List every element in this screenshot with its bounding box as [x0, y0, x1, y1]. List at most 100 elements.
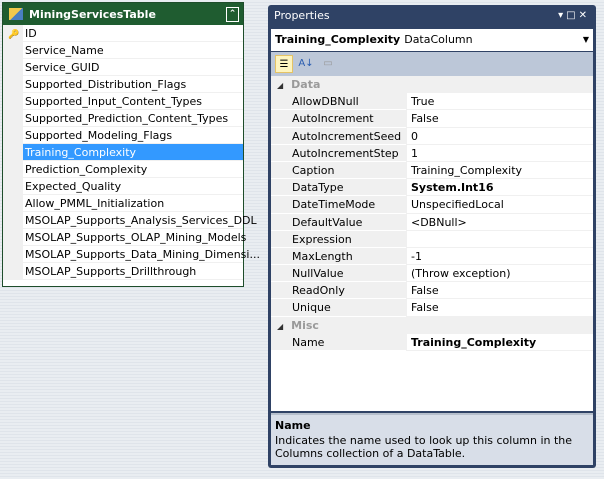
collapse-button[interactable]: ⌃: [226, 6, 239, 22]
category-misc[interactable]: ◢ Misc: [271, 316, 593, 334]
category-data[interactable]: ◢ Data: [271, 76, 593, 94]
object-selector[interactable]: Training_Complexity DataColumn ▼: [271, 29, 593, 51]
table-column-row[interactable]: Prediction_Complexity: [3, 161, 243, 178]
column-name: Supported_Prediction_Content_Types: [25, 112, 229, 125]
mining-services-table: MiningServicesTable ⌃ ID 🔑 Service_Name Ser…: [2, 2, 260, 287]
property-row[interactable]: Name Training_Complexity: [271, 333, 593, 351]
column-list: ID 🔑 Service_Name Service_GUID Supported_Dis…: [3, 25, 260, 280]
table-column-row[interactable]: Supported_Modeling_Flags: [3, 127, 243, 144]
column-name: MSOLAP_Supports_Analysis_Services_DDL: [25, 214, 257, 227]
property-row[interactable]: AllowDBNull True: [271, 93, 593, 111]
property-value[interactable]: 1: [406, 144, 593, 162]
category-label: Data: [291, 78, 321, 91]
property-row[interactable]: AutoIncrement False: [271, 110, 593, 128]
property-value[interactable]: Training_Complexity: [406, 333, 593, 351]
property-name: Name: [271, 334, 406, 351]
property-value[interactable]: -1: [406, 247, 593, 266]
properties-title: Properties: [274, 9, 330, 22]
properties-title-bar: Properties ▾□✕: [268, 5, 596, 27]
property-name: DataType: [271, 179, 406, 197]
table-column-row[interactable]: Supported_Input_Content_Types: [3, 93, 243, 110]
property-grid: ◢ Data AllowDBNull True AutoIncrement False Au…: [271, 76, 593, 411]
property-row[interactable]: DataType System.Int16: [271, 179, 593, 197]
properties-window: Properties ▾□✕ Training_Complexity DataCo…: [268, 5, 596, 468]
property-row[interactable]: AutoIncrementSeed 0: [271, 127, 593, 145]
maximize-icon[interactable]: □: [566, 10, 578, 21]
primary-key-icon: 🔑: [8, 30, 20, 40]
property-name: Expression: [271, 231, 406, 248]
property-row[interactable]: NullValue (Throw exception): [271, 265, 593, 283]
property-value[interactable]: [406, 230, 593, 248]
property-value[interactable]: System.Int16: [406, 179, 593, 197]
column-name: MSOLAP_Supports_OLAP_Mining_Models: [25, 231, 247, 244]
column-name: Service_GUID: [25, 61, 100, 74]
table-column-row[interactable]: MSOLAP_Supports_Data_Mining_Dimensi...: [3, 246, 260, 263]
property-name: AutoIncrement: [271, 110, 406, 128]
collapse-triangle-icon[interactable]: ◢: [277, 81, 283, 90]
property-value[interactable]: 0: [406, 127, 593, 145]
column-name: Allow_PMML_Initialization: [25, 197, 165, 210]
property-value[interactable]: Training_Complexity: [406, 161, 593, 180]
property-name: DateTimeMode: [271, 196, 406, 214]
table-column-row[interactable]: Supported_Prediction_Content_Types: [3, 110, 243, 127]
table-icon: [9, 8, 23, 20]
column-name: ID: [25, 27, 37, 40]
property-row[interactable]: MaxLength -1: [271, 247, 593, 266]
table-column-row[interactable]: Allow_PMML_Initialization: [3, 195, 243, 212]
column-name: Training_Complexity: [25, 146, 137, 159]
table-column-row[interactable]: Service_GUID: [3, 59, 243, 76]
property-name: AllowDBNull: [271, 93, 406, 111]
property-row[interactable]: Caption Training_Complexity: [271, 161, 593, 180]
table-column-row[interactable]: Expected_Quality: [3, 178, 243, 195]
close-icon[interactable]: ✕: [579, 10, 590, 21]
property-row[interactable]: Expression: [271, 230, 593, 248]
column-name: MSOLAP_Supports_Drillthrough: [25, 265, 197, 278]
property-name: DefaultValue: [271, 214, 406, 231]
property-name: ReadOnly: [271, 282, 406, 300]
property-value[interactable]: <DBNull>: [406, 213, 593, 231]
collapse-triangle-icon[interactable]: ◢: [277, 322, 283, 331]
property-row[interactable]: Unique False: [271, 299, 593, 317]
category-label: Misc: [291, 318, 319, 332]
table-column-row[interactable]: ID 🔑: [3, 25, 243, 42]
properties-toolbar: ☰ A↓ ▭: [271, 52, 593, 76]
dropdown-menu-icon[interactable]: ▾: [558, 10, 566, 21]
column-name: Prediction_Complexity: [25, 163, 148, 176]
table-title: MiningServicesTable: [29, 7, 156, 21]
property-name: AutoIncrementSeed: [271, 128, 406, 145]
description-text: Indicates the name used to look up this …: [275, 434, 573, 460]
property-value[interactable]: UnspecifiedLocal: [406, 196, 593, 214]
property-row[interactable]: DefaultValue <DBNull>: [271, 213, 593, 231]
property-name: Unique: [271, 299, 406, 317]
table-column-row[interactable]: MSOLAP_Supports_Analysis_Services_DDL: [3, 212, 257, 229]
property-pages-icon[interactable]: ▭: [319, 55, 337, 73]
column-name: Supported_Modeling_Flags: [25, 129, 173, 142]
chevron-down-icon[interactable]: ▼: [583, 29, 589, 51]
table-column-row[interactable]: MSOLAP_Supports_OLAP_Mining_Models: [3, 229, 247, 246]
categorized-icon[interactable]: ☰: [275, 55, 293, 73]
property-value[interactable]: False: [406, 299, 593, 317]
column-name: Supported_Input_Content_Types: [25, 95, 202, 108]
property-name: Caption: [271, 162, 406, 180]
table-header: MiningServicesTable ⌃: [3, 3, 243, 25]
column-name: MSOLAP_Supports_Data_Mining_Dimensi...: [25, 248, 260, 261]
description-title: Name: [275, 419, 311, 432]
table-column-row[interactable]: MSOLAP_Supports_Drillthrough: [3, 263, 243, 280]
property-name: MaxLength: [271, 248, 406, 266]
column-name: Expected_Quality: [25, 180, 122, 193]
object-type: DataColumn: [404, 33, 473, 46]
property-row[interactable]: ReadOnly False: [271, 282, 593, 300]
table-column-row[interactable]: Training_Complexity: [3, 144, 243, 161]
property-value[interactable]: True: [406, 93, 593, 111]
property-row[interactable]: DateTimeMode UnspecifiedLocal: [271, 196, 593, 214]
alphabetical-sort-icon[interactable]: A↓: [297, 55, 315, 73]
property-value[interactable]: (Throw exception): [406, 265, 593, 283]
property-row[interactable]: AutoIncrementStep 1: [271, 144, 593, 162]
column-name: Supported_Distribution_Flags: [25, 78, 187, 91]
property-value[interactable]: False: [406, 110, 593, 128]
property-value[interactable]: False: [406, 282, 593, 300]
column-name: Service_Name: [25, 44, 104, 57]
table-column-row[interactable]: Service_Name: [3, 42, 243, 59]
object-name: Training_Complexity: [275, 33, 401, 46]
table-column-row[interactable]: Supported_Distribution_Flags: [3, 76, 243, 93]
